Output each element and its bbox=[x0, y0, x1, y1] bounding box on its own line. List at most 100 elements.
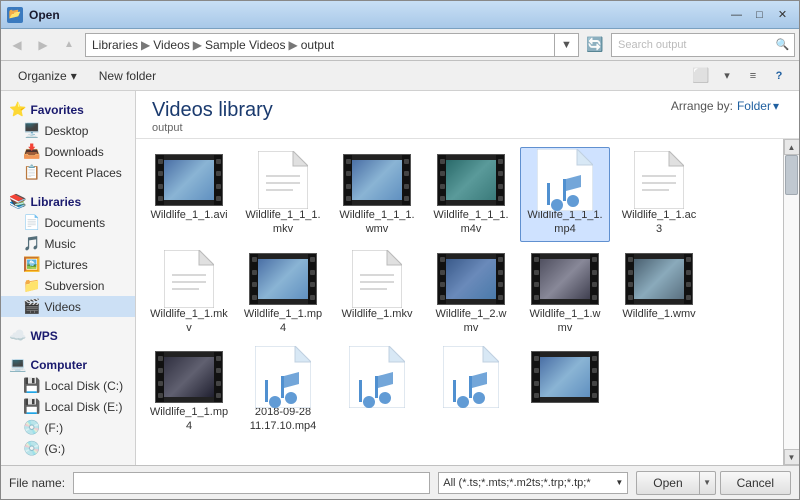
file-name: Wildlife_1_2.wmv bbox=[431, 307, 511, 336]
file-item[interactable]: Wildlife_1.mkv bbox=[332, 246, 422, 341]
file-icon bbox=[248, 251, 318, 307]
file-item[interactable] bbox=[520, 344, 610, 439]
view-dropdown-button[interactable]: ▾ bbox=[715, 64, 739, 88]
file-item[interactable]: Wildlife_1_1.ac3 bbox=[614, 147, 704, 242]
file-item[interactable]: Wildlife_1_1_1.wmv bbox=[332, 147, 422, 242]
doc-icon-svg bbox=[164, 250, 214, 308]
disk-c-icon: 💾 bbox=[23, 377, 40, 394]
toolbar: Organize ▾ New folder ⬜ ▾ ≡ ? bbox=[1, 61, 799, 91]
doc-icon-svg bbox=[352, 250, 402, 308]
doc-icon-svg bbox=[258, 151, 308, 209]
filetype-select[interactable]: All (*.ts;*.mts;*.m2ts;*.trp;*.tp;* ▼ bbox=[438, 472, 628, 494]
file-item[interactable]: 2018-09-28 11.17.10.mp4 bbox=[238, 344, 328, 439]
file-item[interactable]: Wildlife_1_1_1.m4v bbox=[426, 147, 516, 242]
open-button[interactable]: Open bbox=[636, 471, 699, 495]
forward-button[interactable]: ▶ bbox=[31, 33, 55, 57]
search-input[interactable]: Search output bbox=[611, 33, 771, 57]
wps-header[interactable]: ☁️ WPS bbox=[1, 325, 135, 346]
file-item[interactable] bbox=[332, 344, 422, 439]
scroll-track[interactable] bbox=[784, 155, 799, 449]
file-item[interactable]: Wildlife_1_2.wmv bbox=[426, 246, 516, 341]
file-item[interactable]: Wildlife_1.wmv bbox=[614, 246, 704, 341]
file-item[interactable]: Wildlife_1_1.wmv bbox=[520, 246, 610, 341]
file-name: Wildlife_1_1.ac3 bbox=[619, 208, 699, 237]
breadcrumb-libraries[interactable]: Libraries bbox=[90, 38, 140, 52]
arrange-by-button[interactable]: Folder ▾ bbox=[737, 99, 779, 113]
recent-places-label: Recent Places bbox=[44, 166, 121, 180]
recent-places-icon: 📋 bbox=[23, 164, 40, 181]
pictures-icon: 🖼️ bbox=[23, 256, 40, 273]
file-icon bbox=[342, 349, 412, 405]
content-header-wrapper: Videos library output Arrange by: Folder… bbox=[136, 91, 799, 139]
close-button[interactable]: ✕ bbox=[772, 4, 793, 25]
preview-view-button[interactable]: ⬜ bbox=[689, 64, 713, 88]
minimize-button[interactable]: — bbox=[726, 4, 747, 25]
organize-button[interactable]: Organize ▾ bbox=[9, 64, 86, 88]
favorites-header[interactable]: ⭐ Favorites bbox=[1, 99, 135, 120]
scroll-up-button[interactable]: ▲ bbox=[784, 139, 800, 155]
sidebar-item-disk-e[interactable]: 💾 Local Disk (E:) bbox=[1, 396, 135, 417]
sidebar-item-documents[interactable]: 📄 Documents bbox=[1, 212, 135, 233]
content-subtitle: output bbox=[152, 122, 783, 134]
address-dropdown[interactable]: ▼ bbox=[555, 33, 579, 57]
file-item-selected[interactable]: Wildlife_1_1_1.mp4 bbox=[520, 147, 610, 242]
file-item[interactable] bbox=[426, 344, 516, 439]
vertical-scrollbar[interactable]: ▲ ▼ bbox=[783, 139, 799, 465]
scroll-down-button[interactable]: ▼ bbox=[784, 449, 800, 465]
file-icon bbox=[154, 152, 224, 208]
window-controls: — □ ✕ bbox=[726, 4, 793, 25]
file-item[interactable]: Wildlife_1_1.mp4 bbox=[238, 246, 328, 341]
filename-input[interactable] bbox=[73, 472, 430, 494]
open-dropdown-button[interactable]: ▼ bbox=[700, 471, 716, 495]
disk-e-label: Local Disk (E:) bbox=[44, 400, 122, 414]
sidebar-item-desktop[interactable]: 🖥️ Desktop bbox=[1, 120, 135, 141]
file-name: Wildlife_1_1_1.mp4 bbox=[525, 208, 605, 237]
file-item[interactable]: Wildlife_1_1.mkv bbox=[144, 246, 234, 341]
sidebar-item-subversion[interactable]: 📁 Subversion bbox=[1, 275, 135, 296]
new-folder-button[interactable]: New folder bbox=[90, 64, 165, 88]
sidebar-item-videos[interactable]: 🎬 Videos bbox=[1, 296, 135, 317]
arrange-by-folder: Folder bbox=[737, 99, 771, 113]
sidebar: ⭐ Favorites 🖥️ Desktop 📥 Downloads 📋 Rec… bbox=[1, 91, 136, 465]
open-dialog: 📂 Open — □ ✕ ◀ ▶ ▲ Libraries ▶ Videos ▶ … bbox=[0, 0, 800, 500]
maximize-button[interactable]: □ bbox=[749, 4, 770, 25]
libraries-section: 📚 Libraries 📄 Documents 🎵 Music 🖼️ Pictu… bbox=[1, 191, 135, 317]
disk-c-label: Local Disk (C:) bbox=[44, 379, 123, 393]
sidebar-item-pictures[interactable]: 🖼️ Pictures bbox=[1, 254, 135, 275]
search-button[interactable]: 🔍 bbox=[771, 33, 795, 57]
scroll-thumb[interactable] bbox=[785, 155, 798, 195]
file-icon bbox=[436, 349, 506, 405]
cancel-button[interactable]: Cancel bbox=[720, 471, 791, 495]
breadcrumb-videos[interactable]: Videos bbox=[151, 38, 191, 52]
computer-section: 💻 Computer 💾 Local Disk (C:) 💾 Local Dis… bbox=[1, 354, 135, 459]
computer-header[interactable]: 💻 Computer bbox=[1, 354, 135, 375]
new-folder-label: New folder bbox=[99, 69, 156, 83]
drive-f-label: (F:) bbox=[44, 421, 63, 435]
file-item[interactable]: Wildlife_1_1_1.mkv bbox=[238, 147, 328, 242]
sidebar-item-disk-c[interactable]: 💾 Local Disk (C:) bbox=[1, 375, 135, 396]
sidebar-item-music[interactable]: 🎵 Music bbox=[1, 233, 135, 254]
breadcrumb-sample-videos[interactable]: Sample Videos bbox=[203, 38, 288, 52]
files-area[interactable]: Wildlife_1_1.avi bbox=[136, 139, 783, 465]
sidebar-item-drive-f[interactable]: 💿 (F:) bbox=[1, 417, 135, 438]
refresh-button[interactable]: 🔄 bbox=[583, 33, 607, 57]
sidebar-item-recent-places[interactable]: 📋 Recent Places bbox=[1, 162, 135, 183]
video-thumbnail bbox=[155, 154, 223, 206]
sidebar-item-drive-g[interactable]: 💿 (G:) bbox=[1, 438, 135, 459]
address-input[interactable]: Libraries ▶ Videos ▶ Sample Videos ▶ out… bbox=[85, 33, 555, 57]
sidebar-item-downloads[interactable]: 📥 Downloads bbox=[1, 141, 135, 162]
file-icon bbox=[530, 251, 600, 307]
file-icon bbox=[154, 349, 224, 405]
libraries-header[interactable]: 📚 Libraries bbox=[1, 191, 135, 212]
help-button[interactable]: ? bbox=[767, 64, 791, 88]
up-button[interactable]: ▲ bbox=[57, 33, 81, 57]
disk-e-icon: 💾 bbox=[23, 398, 40, 415]
libraries-icon: 📚 bbox=[9, 193, 26, 210]
audio-icon-svg bbox=[443, 346, 499, 408]
address-bar: ◀ ▶ ▲ Libraries ▶ Videos ▶ Sample Videos… bbox=[1, 29, 799, 61]
back-button[interactable]: ◀ bbox=[5, 33, 29, 57]
file-item[interactable]: Wildlife_1_1.mp4 bbox=[144, 344, 234, 439]
file-item[interactable]: Wildlife_1_1.avi bbox=[144, 147, 234, 242]
details-view-button[interactable]: ≡ bbox=[741, 64, 765, 88]
view-controls: ⬜ ▾ ≡ ? bbox=[689, 64, 791, 88]
